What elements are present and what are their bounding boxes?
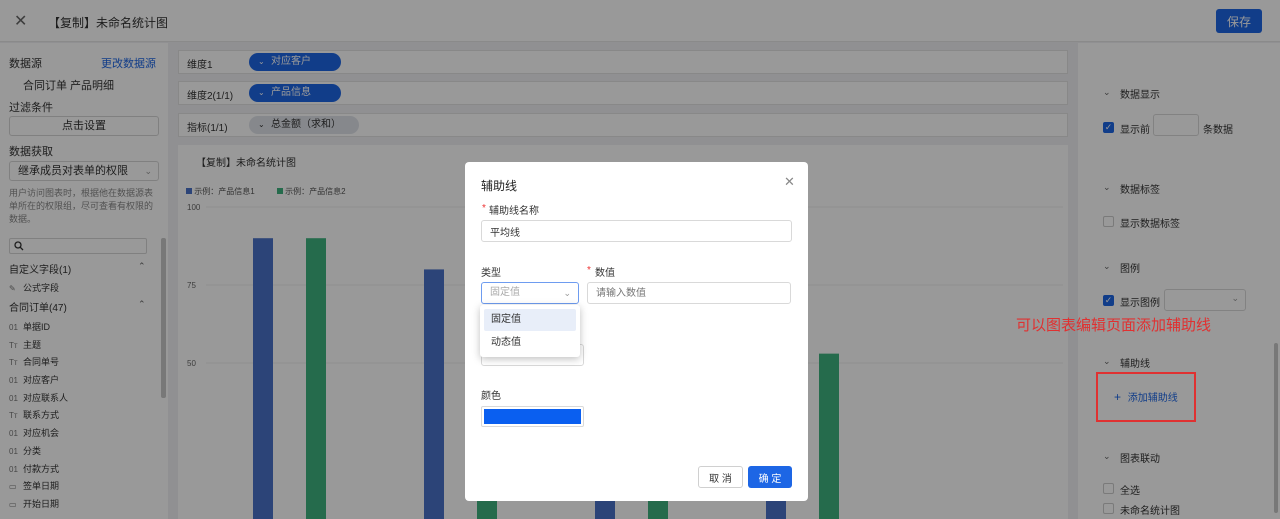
cancel-button[interactable]: 取 消 (698, 466, 743, 488)
option-fixed-value[interactable]: 固定值 (484, 309, 576, 331)
color-swatch (484, 409, 581, 424)
confirm-button[interactable]: 确 定 (748, 466, 792, 488)
aux-line-name-input[interactable] (481, 220, 792, 242)
required-mark: * (482, 203, 486, 214)
value-label: 数值 (595, 268, 615, 279)
type-dropdown-menu: 固定值 动态值 (480, 305, 580, 357)
chevron-down-icon: ⌄ (563, 288, 571, 298)
dialog-title: 辅助线 (481, 179, 518, 193)
annotation-highlight-box (1096, 372, 1196, 422)
annotation-text: 可以图表编辑页面添加辅助线 (1016, 316, 1212, 334)
close-icon[interactable]: ✕ (784, 174, 795, 190)
name-label: 辅助线名称 (489, 206, 539, 217)
color-label: 颜色 (481, 391, 501, 402)
type-select[interactable]: 固定值 ⌄ (481, 282, 579, 304)
required-mark: * (587, 265, 591, 276)
option-dynamic-value[interactable]: 动态值 (484, 332, 576, 354)
color-picker[interactable] (481, 406, 584, 427)
value-input[interactable] (587, 282, 791, 304)
type-label: 类型 (481, 268, 501, 279)
